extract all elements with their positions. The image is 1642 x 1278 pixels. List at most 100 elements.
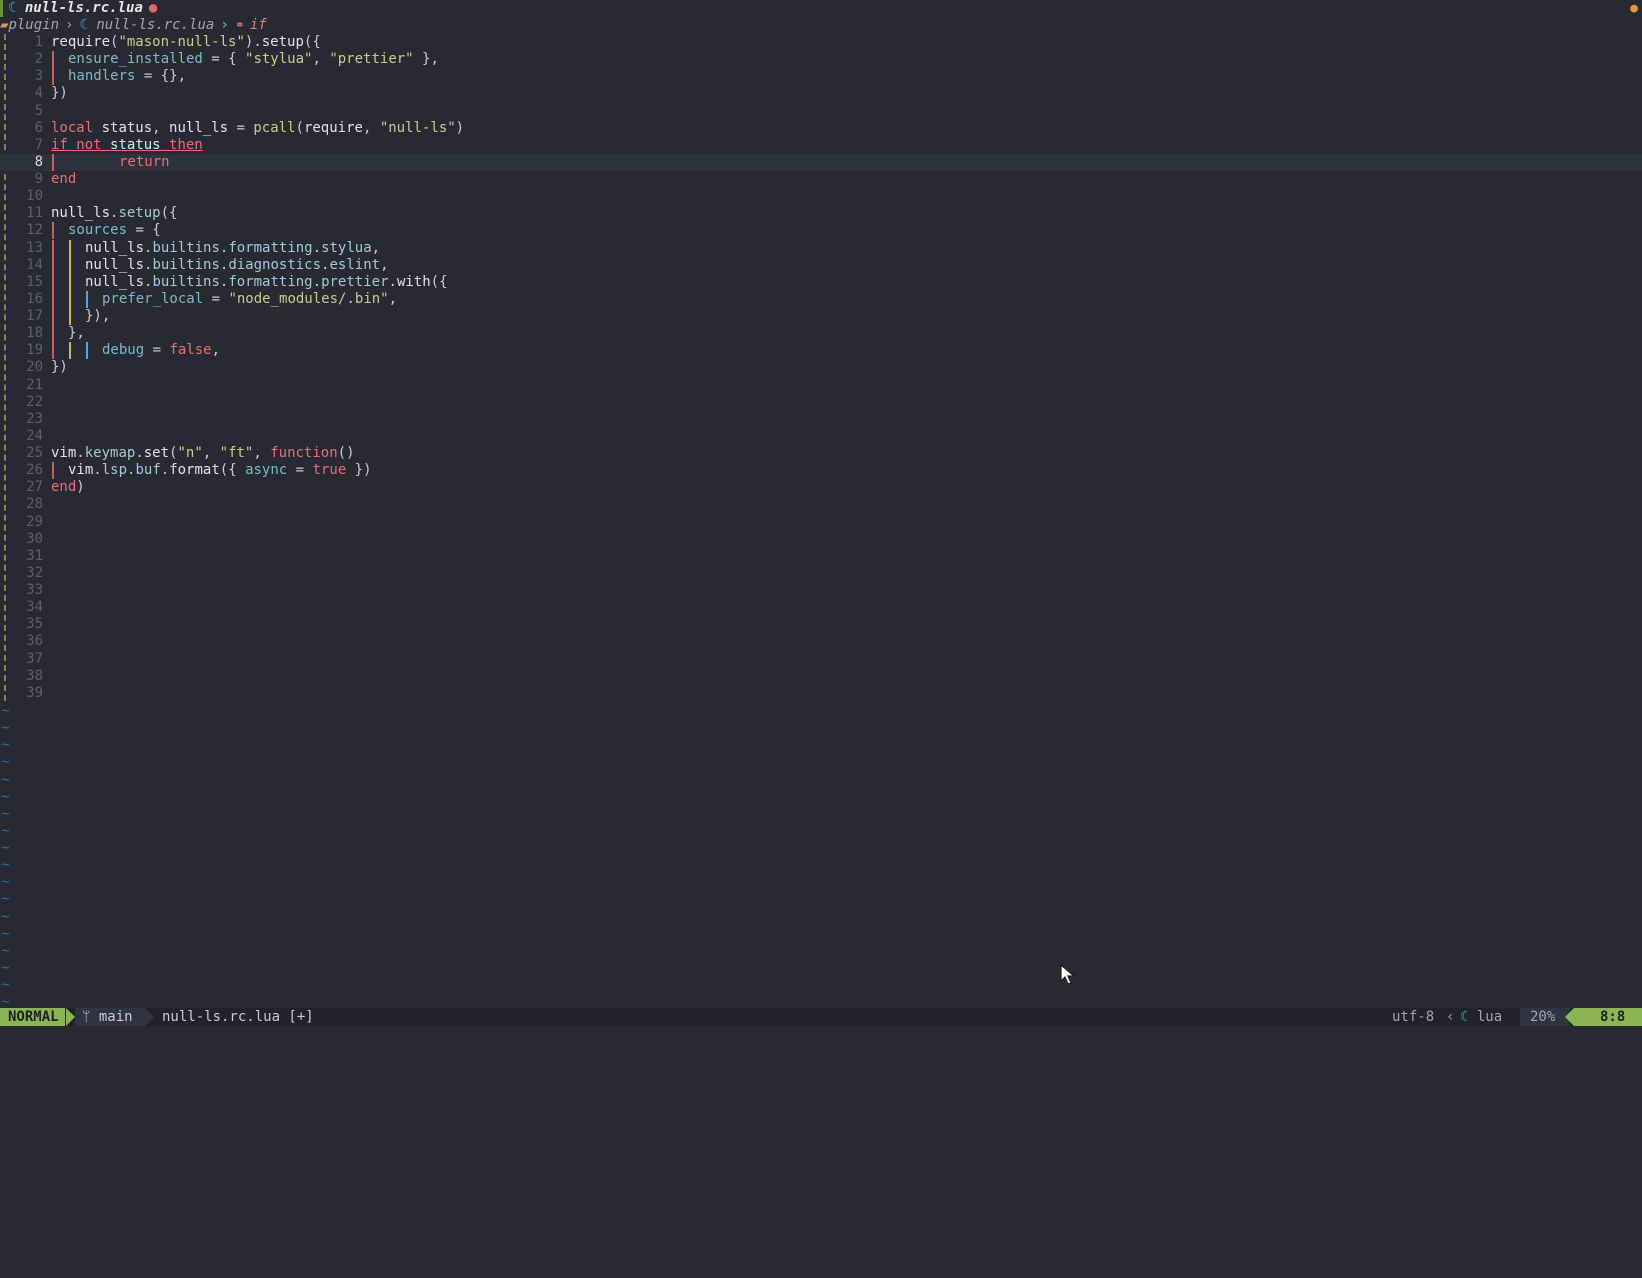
indent-guide — [51, 308, 68, 325]
code-line[interactable]: 39 — [0, 685, 1642, 702]
branch-name: main — [98, 1009, 133, 1025]
token-punc — [161, 137, 169, 153]
token-punc: , — [388, 290, 398, 307]
code-line[interactable]: 34 — [0, 599, 1642, 616]
token-punc — [93, 120, 101, 136]
line-number: 13 — [26, 239, 43, 256]
line-number: 24 — [26, 427, 43, 444]
indent-guide — [51, 153, 68, 171]
token-punc — [102, 137, 110, 153]
token-punc: }) — [346, 462, 372, 479]
token-field: formatting — [228, 273, 313, 290]
code-line[interactable]: 11 null_ls.setup({ — [0, 205, 1642, 222]
token-fn: null_ls — [85, 256, 145, 273]
indent-guide — [51, 256, 68, 274]
line-number: 36 — [26, 633, 43, 650]
breadcrumb-scope[interactable]: if — [250, 17, 267, 33]
token-fn: format — [169, 462, 220, 479]
token-punc: = {}, — [135, 68, 187, 85]
token-field: setup — [118, 205, 161, 222]
code-line[interactable]: 20}) — [0, 359, 1642, 376]
token-punc: = — [144, 342, 170, 359]
tab-accent-bar — [0, 0, 3, 17]
code-line[interactable]: 10 — [0, 188, 1642, 205]
code-line[interactable]: 17}), — [0, 308, 1642, 325]
line-number: 17 — [26, 308, 43, 324]
buffer-tab[interactable]: ☾ null-ls.rc.lua ● — [8, 0, 157, 17]
code-line[interactable]: 23 — [0, 411, 1642, 428]
indent-guide — [51, 239, 68, 257]
code-line[interactable]: 16 prefer_local = "node_modules/.bin", — [0, 290, 1642, 308]
code-line[interactable]: 29 — [0, 514, 1642, 531]
token-punc: = { — [202, 51, 246, 68]
code-line[interactable]: 15 null_ls.builtins.formatting.prettier.w… — [0, 273, 1642, 291]
line-number: 11 — [26, 205, 43, 222]
filler-tilde: ~ — [1, 891, 10, 908]
status-dot: ● — [1630, 1, 1638, 16]
code-line[interactable]: 24 — [0, 428, 1642, 445]
git-branch-icon: ᛘ — [82, 1009, 91, 1025]
code-line[interactable]: 32 — [0, 565, 1642, 582]
code-line[interactable]: 1 require("mason-null-ls").setup({ — [0, 34, 1642, 51]
indent-guide — [51, 290, 68, 308]
token-fn: null_ls — [51, 205, 111, 222]
token-punc: () — [337, 445, 355, 461]
code-line[interactable]: 25 vim.keymap.set("n", "ft", function() — [0, 445, 1642, 462]
code-line[interactable]: 7 if not status then — [0, 137, 1642, 154]
code-line[interactable]: 12 sources = { — [0, 222, 1642, 240]
token-punc: = — [287, 462, 313, 479]
code-line[interactable]: 13 null_ls.builtins.formatting.stylua, — [0, 239, 1642, 257]
indent-guide — [68, 256, 85, 274]
token-var: handlers — [68, 68, 136, 85]
code-line[interactable]: 27 end) — [0, 479, 1642, 496]
token-kw: not — [76, 136, 102, 153]
code-line[interactable]: 22 — [0, 394, 1642, 411]
breadcrumb-folder[interactable]: plugin — [8, 17, 59, 33]
indent-guide — [51, 462, 68, 480]
code-line[interactable]: 28 — [0, 496, 1642, 513]
code-line[interactable]: 35 — [0, 616, 1642, 633]
token-punc: , — [312, 51, 330, 68]
line-number: 20 — [26, 359, 43, 376]
git-branch: ᛘ main — [82, 1008, 133, 1026]
current-line[interactable]: 8 return — [0, 153, 1642, 171]
token-fn: require — [51, 34, 111, 50]
code-line[interactable]: 2 ensure_installed = { "stylua", "prettie… — [0, 51, 1642, 69]
code-line[interactable]: 31 — [0, 548, 1642, 565]
code-line[interactable]: 33 — [0, 582, 1642, 599]
line-number: 12 — [26, 222, 43, 239]
code-line[interactable]: 21 — [0, 377, 1642, 394]
line-number: 2 — [34, 51, 43, 68]
token-kw: end — [51, 479, 77, 496]
code-line[interactable]: 18}, — [0, 325, 1642, 343]
code-line[interactable]: 5 — [0, 103, 1642, 120]
filler-tilde: ~ — [1, 720, 10, 737]
code-line[interactable]: 26 vim.lsp.buf.format({ async = true }) — [0, 462, 1642, 480]
code-line[interactable]: 6 local status, null_ls = pcall(require, … — [0, 120, 1642, 137]
editor-buffer[interactable]: 1 require("mason-null-ls").setup({2 ensure… — [0, 34, 1642, 702]
code-line[interactable]: 3 handlers = {}, — [0, 68, 1642, 86]
code-line[interactable]: 9 end — [0, 171, 1642, 188]
code-line[interactable]: 14 null_ls.builtins.diagnostics.eslint, — [0, 256, 1642, 274]
token-field: diagnostics — [228, 256, 322, 273]
line-number: 30 — [26, 530, 43, 547]
line-code: null_ls.builtins.diagnostics.eslint, — [51, 256, 389, 274]
code-line[interactable]: 4}) — [0, 85, 1642, 102]
code-line[interactable]: 38 — [0, 668, 1642, 685]
token-var: prefer_local — [102, 290, 204, 307]
breadcrumb-file[interactable]: null-ls.rc.lua — [96, 17, 214, 33]
token-punc: }, — [68, 325, 85, 342]
filler-tilde: ~ — [1, 925, 10, 942]
code-line[interactable]: 36 — [0, 633, 1642, 650]
line-number: 23 — [26, 410, 43, 427]
token-punc: = — [228, 119, 254, 136]
code-line[interactable]: 37 — [0, 651, 1642, 668]
token-var: sources — [68, 222, 128, 239]
token-punc: ({ — [303, 34, 321, 50]
filler-tilde: ~ — [1, 737, 10, 754]
filler-tilde: ~ — [1, 771, 10, 788]
code-line[interactable]: 19 debug = false, — [0, 342, 1642, 360]
filler-tilde: ~ — [1, 754, 10, 771]
code-line[interactable]: 30 — [0, 531, 1642, 548]
line-number: 3 — [34, 68, 43, 85]
